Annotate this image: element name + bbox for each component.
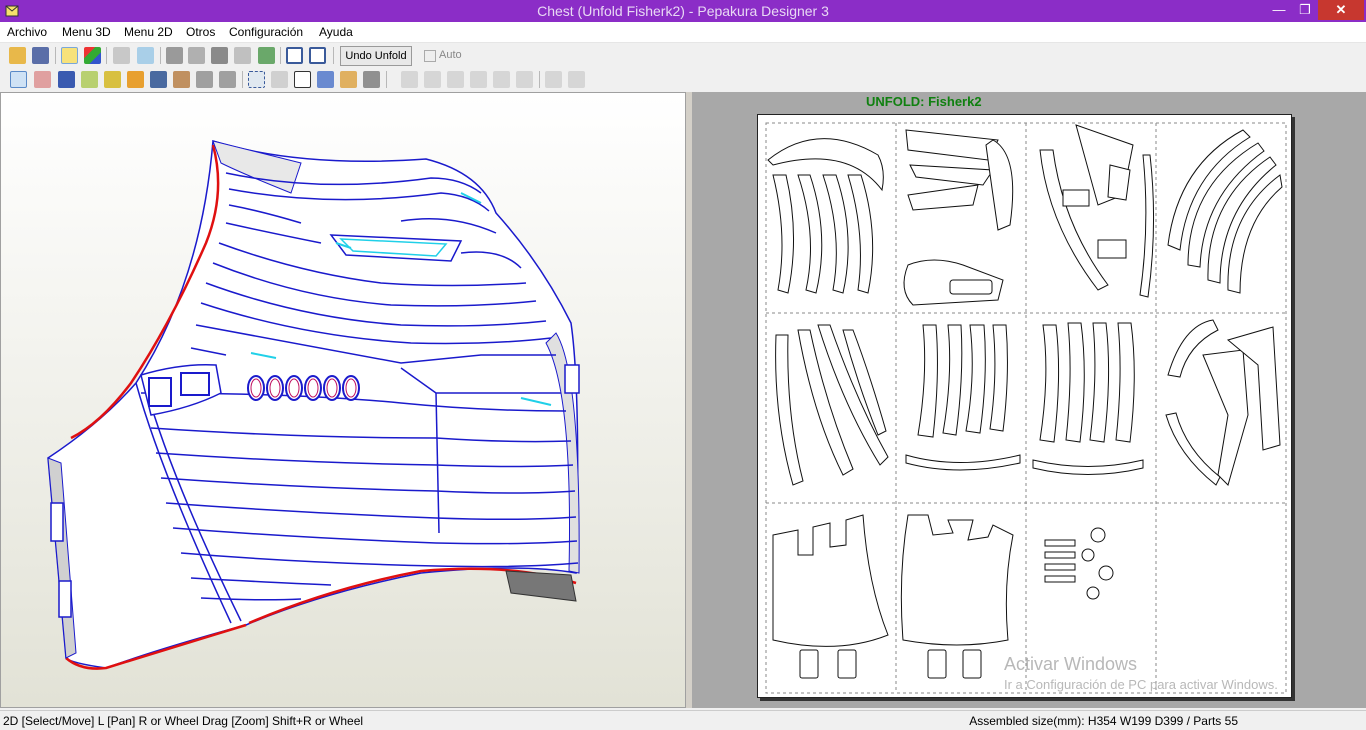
rotate-part-icon[interactable] — [173, 71, 190, 88]
pencil-icon[interactable] — [166, 47, 183, 64]
text-tool-icon[interactable] — [127, 71, 144, 88]
anchor-icon[interactable] — [211, 47, 228, 64]
menu-otros[interactable]: Otros — [186, 25, 215, 39]
rotate-ccw-90-icon — [545, 71, 562, 88]
select-face-icon[interactable] — [258, 47, 275, 64]
print-icon[interactable] — [363, 71, 380, 88]
align-right-icon — [447, 71, 464, 88]
zoom-rect-icon[interactable] — [271, 71, 288, 88]
menu-configuracion[interactable]: Configuración — [229, 25, 303, 39]
single-view-icon[interactable] — [286, 47, 303, 64]
redo-icon[interactable] — [219, 71, 236, 88]
menu-bar: Archivo Menu 3D Menu 2D Otros Configurac… — [0, 22, 1366, 43]
align-bottom-icon — [516, 71, 533, 88]
lightbulb-icon[interactable] — [61, 47, 78, 64]
auto-checkbox-label: Auto — [439, 49, 462, 61]
toolbar-separator — [539, 71, 540, 88]
toolbar-separator — [160, 47, 161, 64]
shaded-cube-icon[interactable] — [137, 47, 154, 64]
maximize-button[interactable]: ❐ — [1292, 0, 1318, 20]
select-move-icon[interactable] — [10, 71, 27, 88]
toolbar-main: Undo Unfold Auto — [0, 44, 1366, 67]
auto-checkbox[interactable] — [424, 50, 436, 62]
rotate-cw-90-icon — [568, 71, 585, 88]
close-button[interactable]: ✕ — [1318, 0, 1364, 20]
watermark-subtitle: Ir a Configuración de PC para activar Wi… — [1004, 677, 1278, 692]
paper-sheet — [757, 114, 1292, 698]
fit-page-icon[interactable] — [248, 71, 265, 88]
minimize-button[interactable]: — — [1266, 0, 1292, 20]
watermark-title: Activar Windows — [1004, 654, 1138, 674]
page-1-icon[interactable] — [294, 71, 311, 88]
unfold-parts — [765, 122, 1287, 694]
cylinder-icon[interactable] — [188, 47, 205, 64]
menu-ayuda[interactable]: Ayuda — [319, 25, 353, 39]
toolbar-separator — [280, 47, 281, 64]
undo-icon[interactable] — [196, 71, 213, 88]
2d-view[interactable]: UNFOLD: Fisherk2 Activar Windows Ir a Co… — [692, 92, 1366, 708]
3d-view[interactable] — [0, 92, 686, 708]
edge-id-icon[interactable] — [81, 71, 98, 88]
align-top-icon — [470, 71, 487, 88]
toolbar-separator — [106, 47, 107, 64]
window-title: Chest (Unfold Fisherk2) - Pepakura Desig… — [537, 3, 829, 19]
chest-3d-model — [47, 140, 580, 670]
status-hint: 2D [Select/Move] L [Pan] R or Wheel Drag… — [3, 714, 364, 728]
color-cube-icon[interactable] — [84, 47, 101, 64]
print-preview-icon[interactable] — [340, 71, 357, 88]
align-left-icon — [401, 71, 418, 88]
texture-icon[interactable] — [234, 47, 251, 64]
dual-view-icon[interactable] — [309, 47, 326, 64]
join-edge-icon[interactable] — [34, 71, 51, 88]
page-settings-icon[interactable] — [317, 71, 334, 88]
toolbar-2d — [0, 68, 1366, 91]
unfold-title: UNFOLD: Fisherk2 — [866, 94, 982, 109]
toolbar-separator — [386, 71, 387, 88]
toolbar-separator — [55, 47, 56, 64]
flap-icon[interactable] — [58, 71, 75, 88]
align-middle-icon — [493, 71, 510, 88]
open-folder-icon[interactable] — [9, 47, 26, 64]
status-assembled-size: Assembled size(mm): H354 W199 D399 / Par… — [969, 714, 1238, 728]
align-center-icon — [424, 71, 441, 88]
toolbar-separator — [242, 71, 243, 88]
status-bar: 2D [Select/Move] L [Pan] R or Wheel Drag… — [0, 710, 1366, 730]
menu-3d[interactable]: Menu 3D — [62, 25, 111, 39]
undo-unfold-button[interactable]: Undo Unfold — [340, 46, 412, 66]
menu-2d[interactable]: Menu 2D — [124, 25, 173, 39]
save-icon[interactable] — [32, 47, 49, 64]
menu-archivo[interactable]: Archivo — [7, 25, 47, 39]
image-tool-icon[interactable] — [150, 71, 167, 88]
wire-cube-icon[interactable] — [113, 47, 130, 64]
title-bar: Chest (Unfold Fisherk2) - Pepakura Desig… — [0, 0, 1366, 22]
battery-icon[interactable] — [104, 71, 121, 88]
toolbar-separator — [333, 47, 334, 64]
